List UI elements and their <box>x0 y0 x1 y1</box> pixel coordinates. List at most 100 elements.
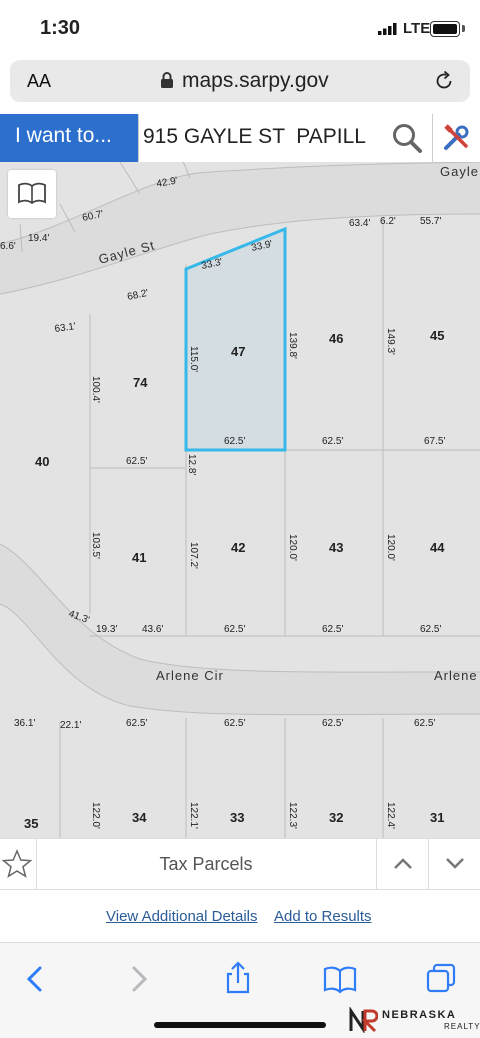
parcel-number: 35 <box>24 816 38 831</box>
address-search-input[interactable] <box>143 122 387 152</box>
parcel-map[interactable]: Gayle St Gayle Arlene Cir Arlene 47 46 4… <box>0 114 480 838</box>
dimension-label: 36.1' <box>14 718 35 729</box>
street-label: Arlene <box>434 668 478 683</box>
lock-icon <box>161 72 173 88</box>
panel-links: View Additional Details Add to Results <box>0 890 480 942</box>
dimension-label: 100.4' <box>90 376 101 403</box>
dimension-label: 63.4' <box>349 218 370 229</box>
dimension-label: 62.5' <box>322 624 343 635</box>
battery-icon <box>430 21 460 37</box>
add-to-results-link[interactable]: Add to Results <box>274 908 372 925</box>
lot-line <box>119 161 141 195</box>
parcel-number: 46 <box>329 331 343 346</box>
dimension-label: 149.3' <box>385 328 396 355</box>
watermark-logo <box>349 1007 378 1033</box>
previous-button[interactable] <box>376 839 429 890</box>
dimension-label: 62.5' <box>420 624 441 635</box>
map-canvas[interactable]: Gayle St Gayle Arlene Cir Arlene 47 46 4… <box>0 114 480 838</box>
dimension-label: 62.5' <box>322 718 343 729</box>
map-toolbar: I want to... <box>0 114 480 162</box>
dimension-label: 62.5' <box>224 436 245 447</box>
watermark-sub: REALTY <box>444 1022 480 1031</box>
bookmarks-icon <box>323 966 357 994</box>
network-type: LTE <box>403 20 431 37</box>
back-button[interactable] <box>18 961 54 997</box>
parcel-number: 32 <box>329 810 343 825</box>
status-time: 1:30 <box>40 17 81 39</box>
tabs-button[interactable] <box>424 961 460 997</box>
search-box <box>138 114 432 162</box>
reload-icon[interactable] <box>433 70 455 92</box>
parcel-number: 33 <box>230 810 244 825</box>
dimension-label: 6.2' <box>380 216 396 227</box>
tools-icon <box>444 124 469 150</box>
home-indicator <box>154 1022 326 1028</box>
url-host[interactable]: maps.sarpy.gov <box>182 69 329 93</box>
share-button[interactable] <box>220 961 256 997</box>
dimension-label: 139.8' <box>287 332 298 359</box>
dimension-label: 62.5' <box>414 718 435 729</box>
dimension-label: 19.4' <box>28 233 49 244</box>
parcel-number: 34 <box>132 810 147 825</box>
panel-title: Tax Parcels <box>159 854 253 874</box>
i-want-to-button[interactable]: I want to... <box>0 114 138 162</box>
dimension-label: 19.3' <box>96 624 117 635</box>
forward-button[interactable] <box>120 961 156 997</box>
dimension-label: 55.7' <box>420 216 441 227</box>
text-size-button[interactable]: AA <box>27 71 51 92</box>
dimension-label: 22.1' <box>60 720 81 731</box>
dimension-label: 6.6' <box>0 241 16 252</box>
signal-icon <box>378 23 397 35</box>
parcel-number: 43 <box>329 540 343 555</box>
parcel-number: 31 <box>430 810 444 825</box>
layer-panel: Tax Parcels <box>0 838 480 890</box>
parcel-number: 41 <box>132 550 146 565</box>
parcel-number: 45 <box>430 328 444 343</box>
magnifier-icon[interactable] <box>391 122 423 154</box>
parcel-number: 44 <box>430 540 445 555</box>
battery-tip <box>462 25 465 32</box>
parcel-number: 74 <box>133 375 148 390</box>
dimension-label: 62.5' <box>126 718 147 729</box>
dimension-label: 115.0' <box>188 346 199 372</box>
chevron-up-icon <box>394 858 412 869</box>
dimension-label: 62.5' <box>322 436 343 447</box>
status-bar: 1:30 LTE <box>0 0 480 58</box>
chevron-down-icon <box>446 858 464 869</box>
parcel-number: 40 <box>35 454 49 469</box>
dimension-label: 120.0' <box>287 534 298 561</box>
parcel-number: 42 <box>231 540 245 555</box>
dimension-label: 63.1' <box>54 321 77 335</box>
dimension-label: 67.5' <box>424 436 445 447</box>
street-label: Arlene Cir <box>156 668 224 683</box>
book-button[interactable] <box>8 170 56 218</box>
view-additional-details-link[interactable]: View Additional Details <box>106 908 257 925</box>
dimension-label: 43.6' <box>142 624 163 635</box>
dimension-label: 122.4' <box>385 802 396 829</box>
star-icon <box>2 849 32 878</box>
dimension-label: 122.3' <box>287 802 298 829</box>
parcel-number: 47 <box>231 344 245 359</box>
next-button[interactable] <box>428 839 480 890</box>
dimension-label: 103.5' <box>90 532 101 559</box>
street-label: Gayle <box>440 164 479 179</box>
dimension-label: 120.0' <box>385 534 396 561</box>
watermark: NEBRASKA REALTY <box>348 1005 480 1035</box>
dimension-label: 68.2' <box>126 288 149 303</box>
watermark-brand: NEBRASKA <box>382 1009 457 1021</box>
dimension-label: 62.5' <box>126 456 147 467</box>
dimension-label: 122.1' <box>188 802 199 829</box>
tools-button[interactable] <box>432 114 480 162</box>
book-icon <box>18 182 46 204</box>
address-bar[interactable]: AA maps.sarpy.gov <box>10 60 470 102</box>
forward-icon <box>132 966 148 992</box>
dimension-label: 12.8' <box>186 454 197 475</box>
dimension-label: 107.2' <box>188 542 199 569</box>
dimension-label: 62.5' <box>224 624 245 635</box>
dimension-label: 122.0' <box>90 802 101 829</box>
bookmarks-button[interactable] <box>322 961 358 997</box>
favorite-button[interactable] <box>0 839 37 890</box>
back-icon <box>26 966 42 992</box>
tabs-icon <box>426 963 456 993</box>
share-icon <box>226 961 250 994</box>
